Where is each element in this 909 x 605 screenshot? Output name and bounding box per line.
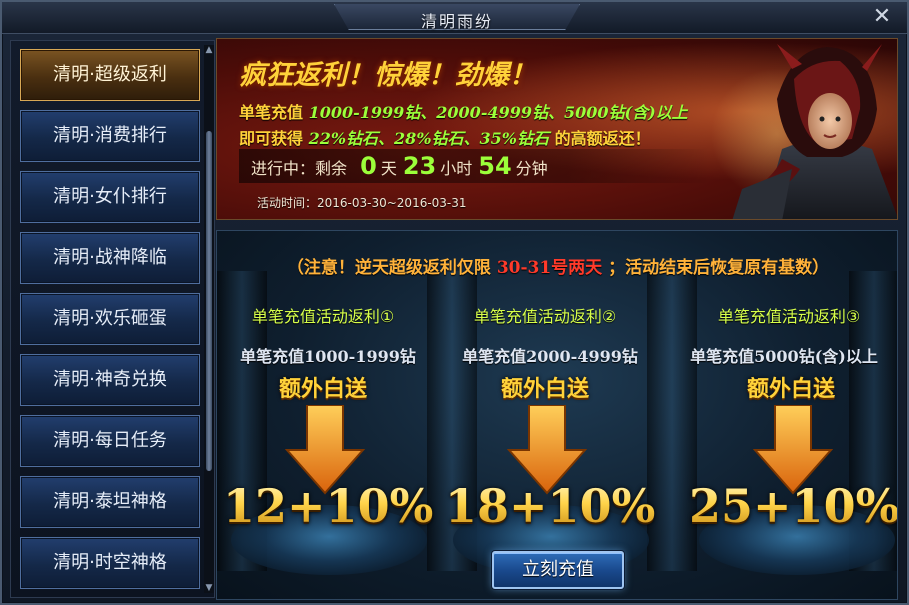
event-banner: 疯狂返利！惊爆！劲爆！ 单笔充值 1000-1999钻、2000-4999钻、5… bbox=[216, 38, 898, 220]
countdown-label: 进行中：剩余 bbox=[251, 159, 348, 178]
tier-bonus-label: 额外白送 bbox=[746, 377, 835, 402]
tier-title: 单笔充值活动返利① bbox=[251, 307, 395, 326]
activity-time: 活动时间：2016-03-30~2016-03-31 bbox=[257, 196, 467, 210]
tier-values: 1000-1999钻、2000-4999钻、5000钻(含)以上 bbox=[308, 103, 688, 122]
banner-rate-line: 即可获得 22%钻石、28%钻石、35%钻石 的高额返还！ bbox=[239, 125, 651, 149]
sidebar-item-magic-exchange[interactable]: 清明·神奇兑换 bbox=[20, 354, 200, 406]
tier-description: 单笔充值1000-1999钻 bbox=[240, 347, 416, 366]
tier-rebate-value: 25+10% bbox=[689, 479, 898, 533]
tier-bonus-label: 额外白送 bbox=[500, 377, 589, 402]
countdown-timer: 进行中：剩余 0 天 23 小时 54 分钟 bbox=[239, 149, 709, 183]
countdown-days-unit: 天 bbox=[380, 159, 397, 178]
sidebar-item-titan-divinity[interactable]: 清明·泰坦神格 bbox=[20, 476, 200, 528]
sidebar-item-spacetime-divinity[interactable]: 清明·时空神格 bbox=[20, 537, 200, 589]
rebate-panel: （注意！逆天超级返利仅限 30-31号两天 ；活动结束后恢复原有基数） 单笔充值… bbox=[216, 230, 898, 600]
rebate-tier-1: 单笔充值活动返利① 单笔充值1000-1999钻 额外白送 12+10% bbox=[223, 295, 443, 595]
tier-title: 单笔充值活动返利③ bbox=[717, 307, 861, 326]
banner-headline: 疯狂返利！惊爆！劲爆！ bbox=[239, 60, 536, 91]
sidebar-item-egg-smash[interactable]: 清明·欢乐砸蛋 bbox=[20, 293, 200, 345]
countdown-days: 0 bbox=[360, 152, 377, 180]
notice-highlight: 30-31号两天 bbox=[496, 258, 603, 278]
tier-title: 单笔充值活动返利② bbox=[473, 307, 617, 326]
rate-prefix: 即可获得 bbox=[239, 129, 309, 148]
tier-rebate-value: 12+10% bbox=[223, 479, 434, 533]
sidebar-scrollbar[interactable]: ▲ ▼ bbox=[204, 45, 214, 593]
banner-tier-line: 单笔充值 1000-1999钻、2000-4999钻、5000钻(含)以上 bbox=[239, 99, 688, 123]
sidebar-item-consumption-rank[interactable]: 清明·消费排行 bbox=[20, 110, 200, 162]
notice-prefix: （注意！逆天超级返利仅限 bbox=[286, 258, 497, 278]
titlebar: 清明雨纷 ✕ bbox=[2, 2, 907, 34]
tier-bonus-label: 额外白送 bbox=[278, 377, 367, 402]
tier-description: 单笔充值2000-4999钻 bbox=[462, 347, 638, 366]
rate-suffix: 的高额返还！ bbox=[549, 129, 651, 148]
rebate-tier-3: 单笔充值活动返利③ 单笔充值5000钻(含)以上 额外白送 25+10% bbox=[673, 295, 897, 595]
sidebar-item-super-rebate[interactable]: 清明·超级返利 bbox=[20, 49, 200, 101]
warrior-character-image bbox=[732, 44, 897, 219]
countdown-minutes: 54 bbox=[478, 152, 512, 180]
scroll-thumb[interactable] bbox=[206, 131, 212, 471]
recharge-now-button[interactable]: 立刻充值 bbox=[492, 551, 624, 589]
notice-text: （注意！逆天超级返利仅限 30-31号两天 ；活动结束后恢复原有基数） bbox=[217, 253, 897, 278]
sidebar-item-daily-task[interactable]: 清明·每日任务 bbox=[20, 415, 200, 467]
rebate-tier-2: 单笔充值活动返利② 单笔充值2000-4999钻 额外白送 18+10% bbox=[445, 295, 665, 595]
close-icon[interactable]: ✕ bbox=[868, 4, 896, 30]
countdown-hours-unit: 小时 bbox=[440, 159, 473, 178]
sidebar-item-maid-rank[interactable]: 清明·女仆排行 bbox=[20, 171, 200, 223]
event-window: 清明雨纷 ✕ 清明·超级返利 清明·消费排行 清明·女仆排行 清明·战神降临 清… bbox=[0, 0, 909, 605]
scroll-up-icon[interactable]: ▲ bbox=[204, 45, 214, 55]
scroll-down-icon[interactable]: ▼ bbox=[204, 583, 214, 593]
window-title: 清明雨纷 bbox=[420, 12, 493, 31]
tier-prefix: 单笔充值 bbox=[239, 103, 309, 122]
sidebar-item-war-god[interactable]: 清明·战神降临 bbox=[20, 232, 200, 284]
countdown-minutes-unit: 分钟 bbox=[515, 159, 548, 178]
tier-rebate-value: 18+10% bbox=[445, 479, 656, 533]
event-sidebar: 清明·超级返利 清明·消费排行 清明·女仆排行 清明·战神降临 清明·欢乐砸蛋 … bbox=[10, 40, 215, 598]
rate-values: 22%钻石、28%钻石、35%钻石 bbox=[308, 129, 549, 148]
notice-suffix: ；活动结束后恢复原有基数） bbox=[602, 258, 830, 278]
countdown-hours: 23 bbox=[402, 152, 437, 180]
tier-description: 单笔充值5000钻(含)以上 bbox=[690, 347, 878, 366]
